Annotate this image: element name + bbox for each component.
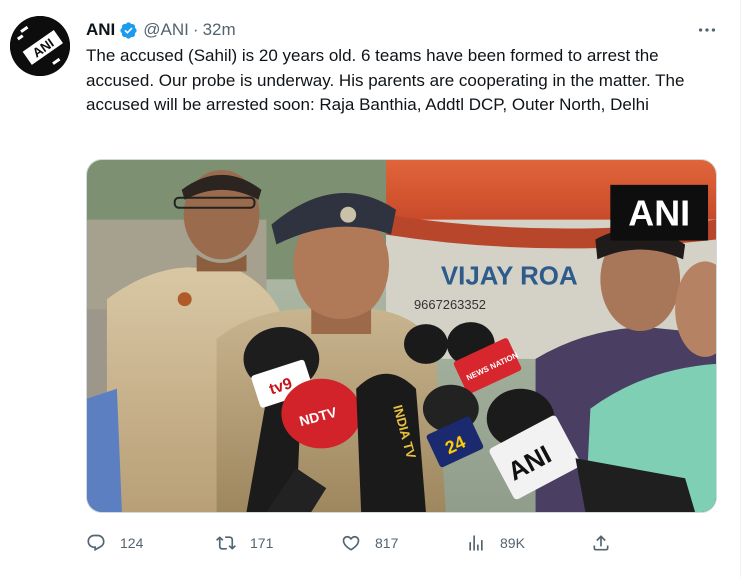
like-icon [341,533,361,553]
display-name[interactable]: ANI [86,20,115,40]
handle[interactable]: @ANI [143,20,189,40]
reply-icon [86,533,106,553]
truck-phone: 9667263352 [414,297,486,312]
retweet-count: 171 [250,535,274,551]
truck-sign: VIJAY ROA [441,262,578,290]
retweet-icon [216,533,236,553]
like-count: 817 [375,535,399,551]
share-icon [591,533,611,553]
avatar[interactable]: ANI [10,16,70,76]
timestamp[interactable]: 32m [203,20,236,40]
views-icon [466,533,486,553]
retweet-button[interactable]: 171 [216,530,341,556]
views-button[interactable]: 89K [466,530,591,556]
tweet[interactable]: ANI ANI @ANI · 32m The accused (Sahil) i… [0,0,741,577]
share-button[interactable] [591,530,621,556]
tweet-media-image[interactable]: VIJAY ROA 9667263352 tv9 NDTV INDIA TV N… [86,159,717,513]
tweet-text: The accused (Sahil) is 20 years old. 6 t… [86,46,685,114]
like-button[interactable]: 817 [341,530,466,556]
action-bar: 124 171 817 89K [86,530,626,556]
tweet-header: ANI @ANI · 32m [86,18,720,42]
verified-badge-icon [119,21,138,40]
reply-count: 124 [120,535,144,551]
ani-logo: ANI [10,16,70,76]
views-count: 89K [500,535,525,551]
press-conference-photo: VIJAY ROA 9667263352 tv9 NDTV INDIA TV N… [87,160,716,512]
reply-button[interactable]: 124 [86,530,216,556]
ani-watermark: ANI [628,194,690,234]
separator-dot: · [192,20,199,39]
more-icon[interactable] [694,18,720,42]
